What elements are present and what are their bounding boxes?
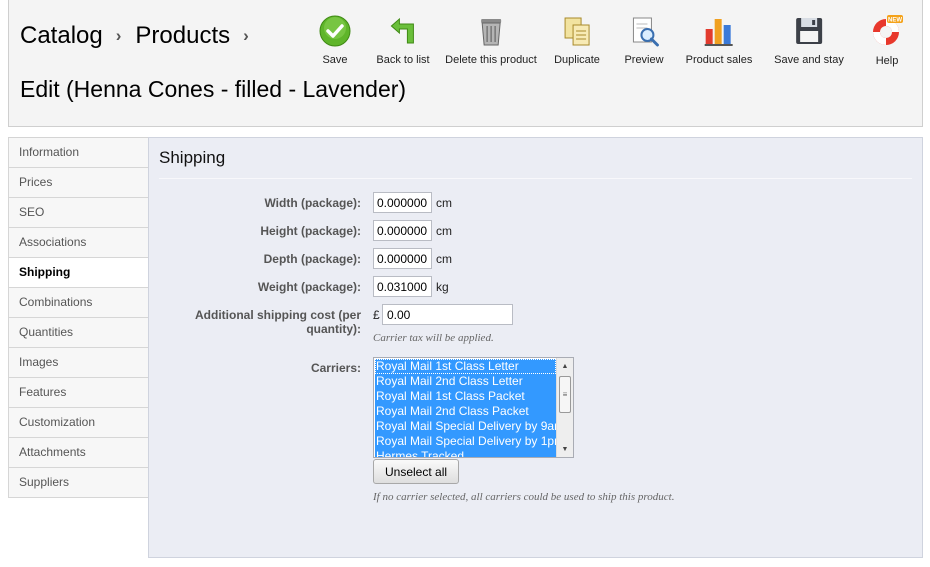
weight-input[interactable] xyxy=(373,276,432,297)
scroll-down-icon[interactable]: ▼ xyxy=(557,441,573,457)
additional-cost-label-line1: Additional shipping cost (per xyxy=(195,308,361,322)
tab-seo[interactable]: SEO xyxy=(8,198,149,228)
carrier-list: Royal Mail 1st Class Letter Royal Mail 2… xyxy=(375,359,556,457)
tab-features[interactable]: Features xyxy=(8,378,149,408)
back-arrow-icon xyxy=(386,14,420,47)
panel-title: Shipping xyxy=(159,148,226,167)
carrier-option[interactable]: Royal Mail 2nd Class Letter xyxy=(375,374,556,389)
back-to-list-button[interactable]: Back to list xyxy=(376,14,430,66)
weight-label: Weight (package): xyxy=(257,280,361,294)
carriers-label: Carriers: xyxy=(310,361,361,375)
carrier-option[interactable]: Royal Mail 2nd Class Packet xyxy=(375,404,556,419)
page-header: Catalog › Products › Edit (Henna Cones -… xyxy=(8,0,923,127)
carrier-option[interactable]: Hermes Tracked xyxy=(375,449,556,457)
tab-images[interactable]: Images xyxy=(8,348,149,378)
lifebuoy-icon: NEW xyxy=(870,14,904,48)
preview-icon xyxy=(627,14,661,47)
save-and-stay-button[interactable]: Save and stay xyxy=(774,14,844,66)
carrier-option[interactable]: Royal Mail Special Delivery by 1pm xyxy=(375,434,556,449)
carrier-option[interactable]: Royal Mail Special Delivery by 9am xyxy=(375,419,556,434)
divider xyxy=(159,178,912,179)
bar-chart-icon xyxy=(702,14,736,47)
tab-suppliers[interactable]: Suppliers xyxy=(8,468,149,498)
toolbar: Save Back to list Delete this product Du… xyxy=(9,14,922,67)
tab-quantities[interactable]: Quantities xyxy=(8,318,149,348)
scroll-thumb[interactable]: ≡ xyxy=(559,376,571,413)
preview-button[interactable]: Preview xyxy=(624,14,664,66)
help-button[interactable]: NEW Help xyxy=(870,14,904,67)
tab-attachments[interactable]: Attachments xyxy=(8,438,149,468)
duplicate-button[interactable]: Duplicate xyxy=(554,14,600,66)
tab-prices[interactable]: Prices xyxy=(8,168,149,198)
tab-associations[interactable]: Associations xyxy=(8,228,149,258)
tab-information[interactable]: Information xyxy=(8,138,149,168)
delete-product-button[interactable]: Delete this product xyxy=(445,14,537,66)
scroll-up-icon[interactable]: ▲ xyxy=(557,358,573,374)
additional-cost-label-line2: quantity): xyxy=(306,322,361,336)
carrier-hint: If no carrier selected, all carriers cou… xyxy=(373,491,675,503)
floppy-disk-icon xyxy=(792,14,826,47)
weight-unit: kg xyxy=(436,280,449,294)
depth-input[interactable] xyxy=(373,248,432,269)
shipping-panel: Shipping Width (package): cm Height (pac… xyxy=(148,137,923,558)
unselect-all-button[interactable]: Unselect all xyxy=(373,459,460,484)
depth-unit: cm xyxy=(436,252,452,266)
check-circle-icon xyxy=(318,14,352,47)
page-title: Edit (Henna Cones - filled - Lavender) xyxy=(20,76,407,102)
save-button[interactable]: Save xyxy=(318,14,352,66)
height-unit: cm xyxy=(436,224,452,238)
product-tabs: Information Prices SEO Associations Ship… xyxy=(8,137,149,498)
tab-combinations[interactable]: Combinations xyxy=(8,288,149,318)
width-input[interactable] xyxy=(373,192,432,213)
width-label: Width (package): xyxy=(264,196,361,210)
carriers-scrollbar[interactable]: ▲ ≡ ▼ xyxy=(556,358,573,457)
tax-hint: Carrier tax will be applied. xyxy=(373,332,494,344)
tab-shipping[interactable]: Shipping xyxy=(8,258,149,288)
currency-symbol: £ xyxy=(373,308,380,322)
carrier-option[interactable]: Royal Mail 1st Class Letter xyxy=(375,359,556,374)
carriers-select[interactable]: Royal Mail 1st Class Letter Royal Mail 2… xyxy=(373,357,574,458)
duplicate-icon xyxy=(560,14,594,47)
trash-icon xyxy=(474,14,508,47)
height-input[interactable] xyxy=(373,220,432,241)
width-unit: cm xyxy=(436,196,452,210)
depth-label: Depth (package): xyxy=(263,252,361,266)
carrier-option[interactable]: Royal Mail 1st Class Packet xyxy=(375,389,556,404)
additional-cost-input[interactable] xyxy=(382,304,513,325)
new-badge: NEW xyxy=(888,18,902,24)
product-sales-button[interactable]: Product sales xyxy=(686,14,752,66)
tab-customization[interactable]: Customization xyxy=(8,408,149,438)
height-label: Height (package): xyxy=(260,224,361,238)
